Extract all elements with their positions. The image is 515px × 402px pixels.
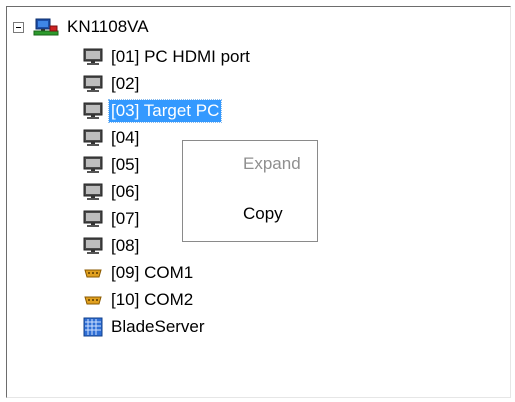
kvm-switch-icon bbox=[33, 18, 59, 36]
tree-item-label[interactable]: [05] bbox=[109, 154, 141, 176]
tree-item-label[interactable]: BladeServer bbox=[109, 316, 207, 338]
tree-item-label[interactable]: [06] bbox=[109, 181, 141, 203]
tree-item[interactable]: [01] PC HDMI port bbox=[83, 45, 252, 69]
tree-item-label[interactable]: [03] Target PC bbox=[107, 99, 223, 123]
tree-item[interactable]: [08] bbox=[83, 234, 141, 258]
monitor-icon bbox=[83, 75, 103, 92]
monitor-icon bbox=[83, 48, 103, 65]
blade-server-icon bbox=[83, 317, 103, 337]
tree-item[interactable]: [02] bbox=[83, 72, 141, 96]
tree-item[interactable]: [09] COM1 bbox=[83, 261, 195, 285]
tree-item-label[interactable]: [10] COM2 bbox=[109, 289, 195, 311]
monitor-icon bbox=[83, 237, 103, 254]
serial-port-icon bbox=[84, 269, 102, 278]
tree-item-label[interactable]: [08] bbox=[109, 235, 141, 257]
tree-item-label[interactable]: [01] PC HDMI port bbox=[109, 46, 252, 68]
tree-root-label[interactable]: KN1108VA bbox=[65, 16, 151, 38]
tree-item-label[interactable]: [07] bbox=[109, 208, 141, 230]
monitor-icon bbox=[83, 102, 103, 119]
tree-item[interactable]: [05] bbox=[83, 153, 141, 177]
tree-item[interactable]: [04] bbox=[83, 126, 141, 150]
context-menu: Expand Copy bbox=[182, 140, 318, 242]
tree-item[interactable]: BladeServer bbox=[83, 315, 207, 339]
serial-port-icon bbox=[84, 296, 102, 305]
tree-item-label[interactable]: [04] bbox=[109, 127, 141, 149]
monitor-icon bbox=[83, 129, 103, 146]
monitor-icon bbox=[83, 183, 103, 200]
tree-item[interactable]: [06] bbox=[83, 180, 141, 204]
menu-item-copy[interactable]: Copy bbox=[183, 201, 317, 227]
monitor-icon bbox=[83, 210, 103, 227]
collapse-toggle-icon[interactable] bbox=[13, 21, 24, 33]
monitor-icon bbox=[83, 156, 103, 173]
tree-item[interactable]: [10] COM2 bbox=[83, 288, 195, 312]
tree-item-selected[interactable]: [03] Target PC bbox=[83, 99, 223, 123]
tree-item-label[interactable]: [02] bbox=[109, 73, 141, 95]
tree-root-node[interactable]: KN1108VA bbox=[13, 15, 151, 39]
tree-item[interactable]: [07] bbox=[83, 207, 141, 231]
menu-item-expand[interactable]: Expand bbox=[183, 151, 317, 177]
tree-item-label[interactable]: [09] COM1 bbox=[109, 262, 195, 284]
